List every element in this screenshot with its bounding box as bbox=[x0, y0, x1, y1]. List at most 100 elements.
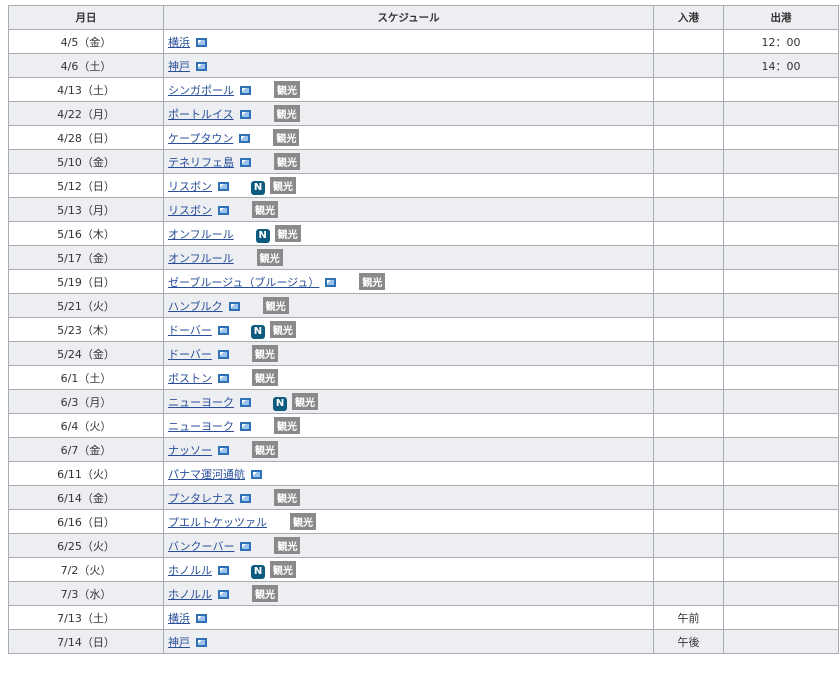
port-link[interactable]: ポートルイス bbox=[168, 108, 234, 121]
port-link[interactable]: ニューヨーク bbox=[168, 396, 234, 409]
photo-icon[interactable] bbox=[240, 422, 251, 431]
port-link[interactable]: リスボン bbox=[168, 204, 212, 217]
port-link[interactable]: パナマ運河通航 bbox=[168, 468, 245, 481]
table-row: 7/13（土） 横浜 午前 bbox=[8, 605, 839, 630]
sightseeing-badge: 観光 bbox=[274, 224, 301, 242]
port-link[interactable]: ホノルル bbox=[168, 564, 212, 577]
port-link[interactable]: プエルトケッツァル bbox=[168, 516, 267, 529]
photo-icon[interactable] bbox=[240, 494, 251, 503]
port-link[interactable]: ゼーブルージュ（ブルージュ） bbox=[168, 276, 319, 289]
table-row: 5/16（木） オンフルール N 観光 bbox=[8, 221, 839, 246]
table-row: 6/14（金） プンタレナス 観光 bbox=[8, 485, 839, 510]
departure-cell bbox=[723, 101, 839, 126]
photo-icon[interactable] bbox=[239, 134, 251, 143]
table-row: 7/3（水） ホノルル 観光 bbox=[8, 581, 839, 606]
photo-icon[interactable] bbox=[325, 278, 337, 287]
port-link[interactable]: バンクーバー bbox=[168, 540, 234, 553]
schedule-cell: バンクーバー 観光 bbox=[163, 533, 654, 558]
photo-icon[interactable] bbox=[240, 397, 251, 407]
sightseeing-badge: 観光 bbox=[274, 537, 301, 554]
port-link[interactable]: ホノルル bbox=[168, 588, 212, 601]
table-row: 6/25（火） バンクーバー 観光 bbox=[8, 533, 839, 558]
header-row: 月日 スケジュール 入港 出港 bbox=[8, 5, 839, 30]
port-link[interactable]: ナッソー bbox=[168, 444, 212, 457]
port-link[interactable]: ドーバー bbox=[168, 324, 212, 337]
departure-cell bbox=[723, 557, 839, 582]
photo-icon[interactable] bbox=[239, 110, 251, 119]
port-link[interactable]: テネリフェ島 bbox=[168, 156, 234, 169]
photo-icon[interactable] bbox=[196, 37, 207, 47]
departure-cell bbox=[723, 245, 839, 270]
photo-icon[interactable] bbox=[240, 542, 252, 551]
schedule-cell: 神戸 bbox=[163, 629, 654, 654]
schedule-cell: プンタレナス 観光 bbox=[163, 485, 654, 510]
port-link[interactable]: 横浜 bbox=[168, 612, 190, 625]
port-link[interactable]: オンフルール bbox=[168, 228, 234, 241]
schedule-cell: ホノルル N 観光 bbox=[163, 557, 654, 582]
arrival-cell bbox=[653, 509, 724, 534]
photo-icon[interactable] bbox=[218, 565, 229, 575]
schedule-cell: ポートルイス 観光 bbox=[163, 101, 654, 126]
photo-icon[interactable] bbox=[217, 350, 229, 359]
departure-cell bbox=[723, 317, 839, 342]
departure-cell bbox=[723, 581, 839, 606]
arrival-cell bbox=[653, 389, 724, 414]
port-link[interactable]: 神戸 bbox=[168, 636, 190, 649]
photo-icon[interactable] bbox=[196, 637, 207, 647]
arrival-cell bbox=[653, 341, 724, 366]
date-cell: 7/14（日） bbox=[8, 629, 164, 654]
date-cell: 4/6（土） bbox=[8, 53, 164, 78]
sightseeing-badge: 観光 bbox=[359, 273, 386, 290]
schedule-cell: プエルトケッツァル 観光 bbox=[163, 509, 654, 534]
departure-cell bbox=[723, 221, 839, 246]
port-link[interactable]: ドーバー bbox=[168, 348, 212, 361]
schedule-cell: ホノルル 観光 bbox=[163, 581, 654, 606]
table-row: 4/13（土） シンガポール 観光 bbox=[8, 77, 839, 102]
port-link[interactable]: ハンブルク bbox=[168, 300, 223, 313]
port-link[interactable]: シンガポール bbox=[168, 84, 234, 97]
date-cell: 6/3（月） bbox=[8, 389, 164, 414]
port-link[interactable]: 神戸 bbox=[168, 60, 190, 73]
port-link[interactable]: ケープタウン bbox=[168, 132, 233, 145]
sightseeing-badge: 観光 bbox=[274, 417, 300, 434]
departure-cell bbox=[723, 629, 839, 654]
port-link[interactable]: プンタレナス bbox=[168, 492, 234, 505]
sightseeing-badge: 観光 bbox=[274, 153, 300, 170]
photo-icon[interactable] bbox=[240, 86, 251, 95]
schedule-cell: ニューヨーク 観光 bbox=[163, 413, 654, 438]
arrival-cell bbox=[653, 197, 724, 222]
sightseeing-badge: 観光 bbox=[290, 513, 316, 530]
port-link[interactable]: オンフルール bbox=[168, 252, 234, 265]
arrival-cell bbox=[653, 53, 724, 78]
port-link[interactable]: ニューヨーク bbox=[168, 420, 234, 433]
photo-icon[interactable] bbox=[218, 446, 229, 455]
photo-icon[interactable] bbox=[228, 302, 240, 311]
photo-icon[interactable] bbox=[240, 158, 251, 167]
n-badge: N bbox=[250, 324, 265, 339]
photo-icon[interactable] bbox=[196, 61, 207, 71]
port-link[interactable]: ボストン bbox=[168, 372, 212, 385]
departure-cell bbox=[723, 365, 839, 390]
sightseeing-badge: 観光 bbox=[270, 176, 296, 194]
photo-icon[interactable] bbox=[217, 325, 229, 335]
photo-icon[interactable] bbox=[218, 374, 229, 383]
photo-icon[interactable] bbox=[218, 206, 229, 215]
photo-icon[interactable] bbox=[251, 469, 262, 479]
table-row: 5/19（日） ゼーブルージュ（ブルージュ） 観光 bbox=[8, 269, 839, 294]
header-arrival: 入港 bbox=[653, 5, 724, 30]
departure-cell bbox=[723, 293, 839, 318]
photo-icon[interactable] bbox=[196, 613, 207, 623]
port-link[interactable]: リスボン bbox=[168, 180, 212, 193]
schedule-cell: オンフルール 観光 bbox=[163, 245, 654, 270]
table-row: 5/21（火） ハンブルク 観光 bbox=[8, 293, 839, 318]
n-badge: N bbox=[273, 396, 287, 411]
sightseeing-badge: 観光 bbox=[252, 441, 278, 458]
arrival-cell bbox=[653, 557, 724, 582]
table-row: 5/24（金） ドーバー 観光 bbox=[8, 341, 839, 366]
port-link[interactable]: 横浜 bbox=[168, 36, 190, 49]
departure-cell bbox=[723, 77, 839, 102]
photo-icon[interactable] bbox=[218, 181, 229, 191]
arrival-cell bbox=[653, 461, 724, 486]
departure-cell bbox=[723, 533, 839, 558]
photo-icon[interactable] bbox=[218, 590, 229, 599]
